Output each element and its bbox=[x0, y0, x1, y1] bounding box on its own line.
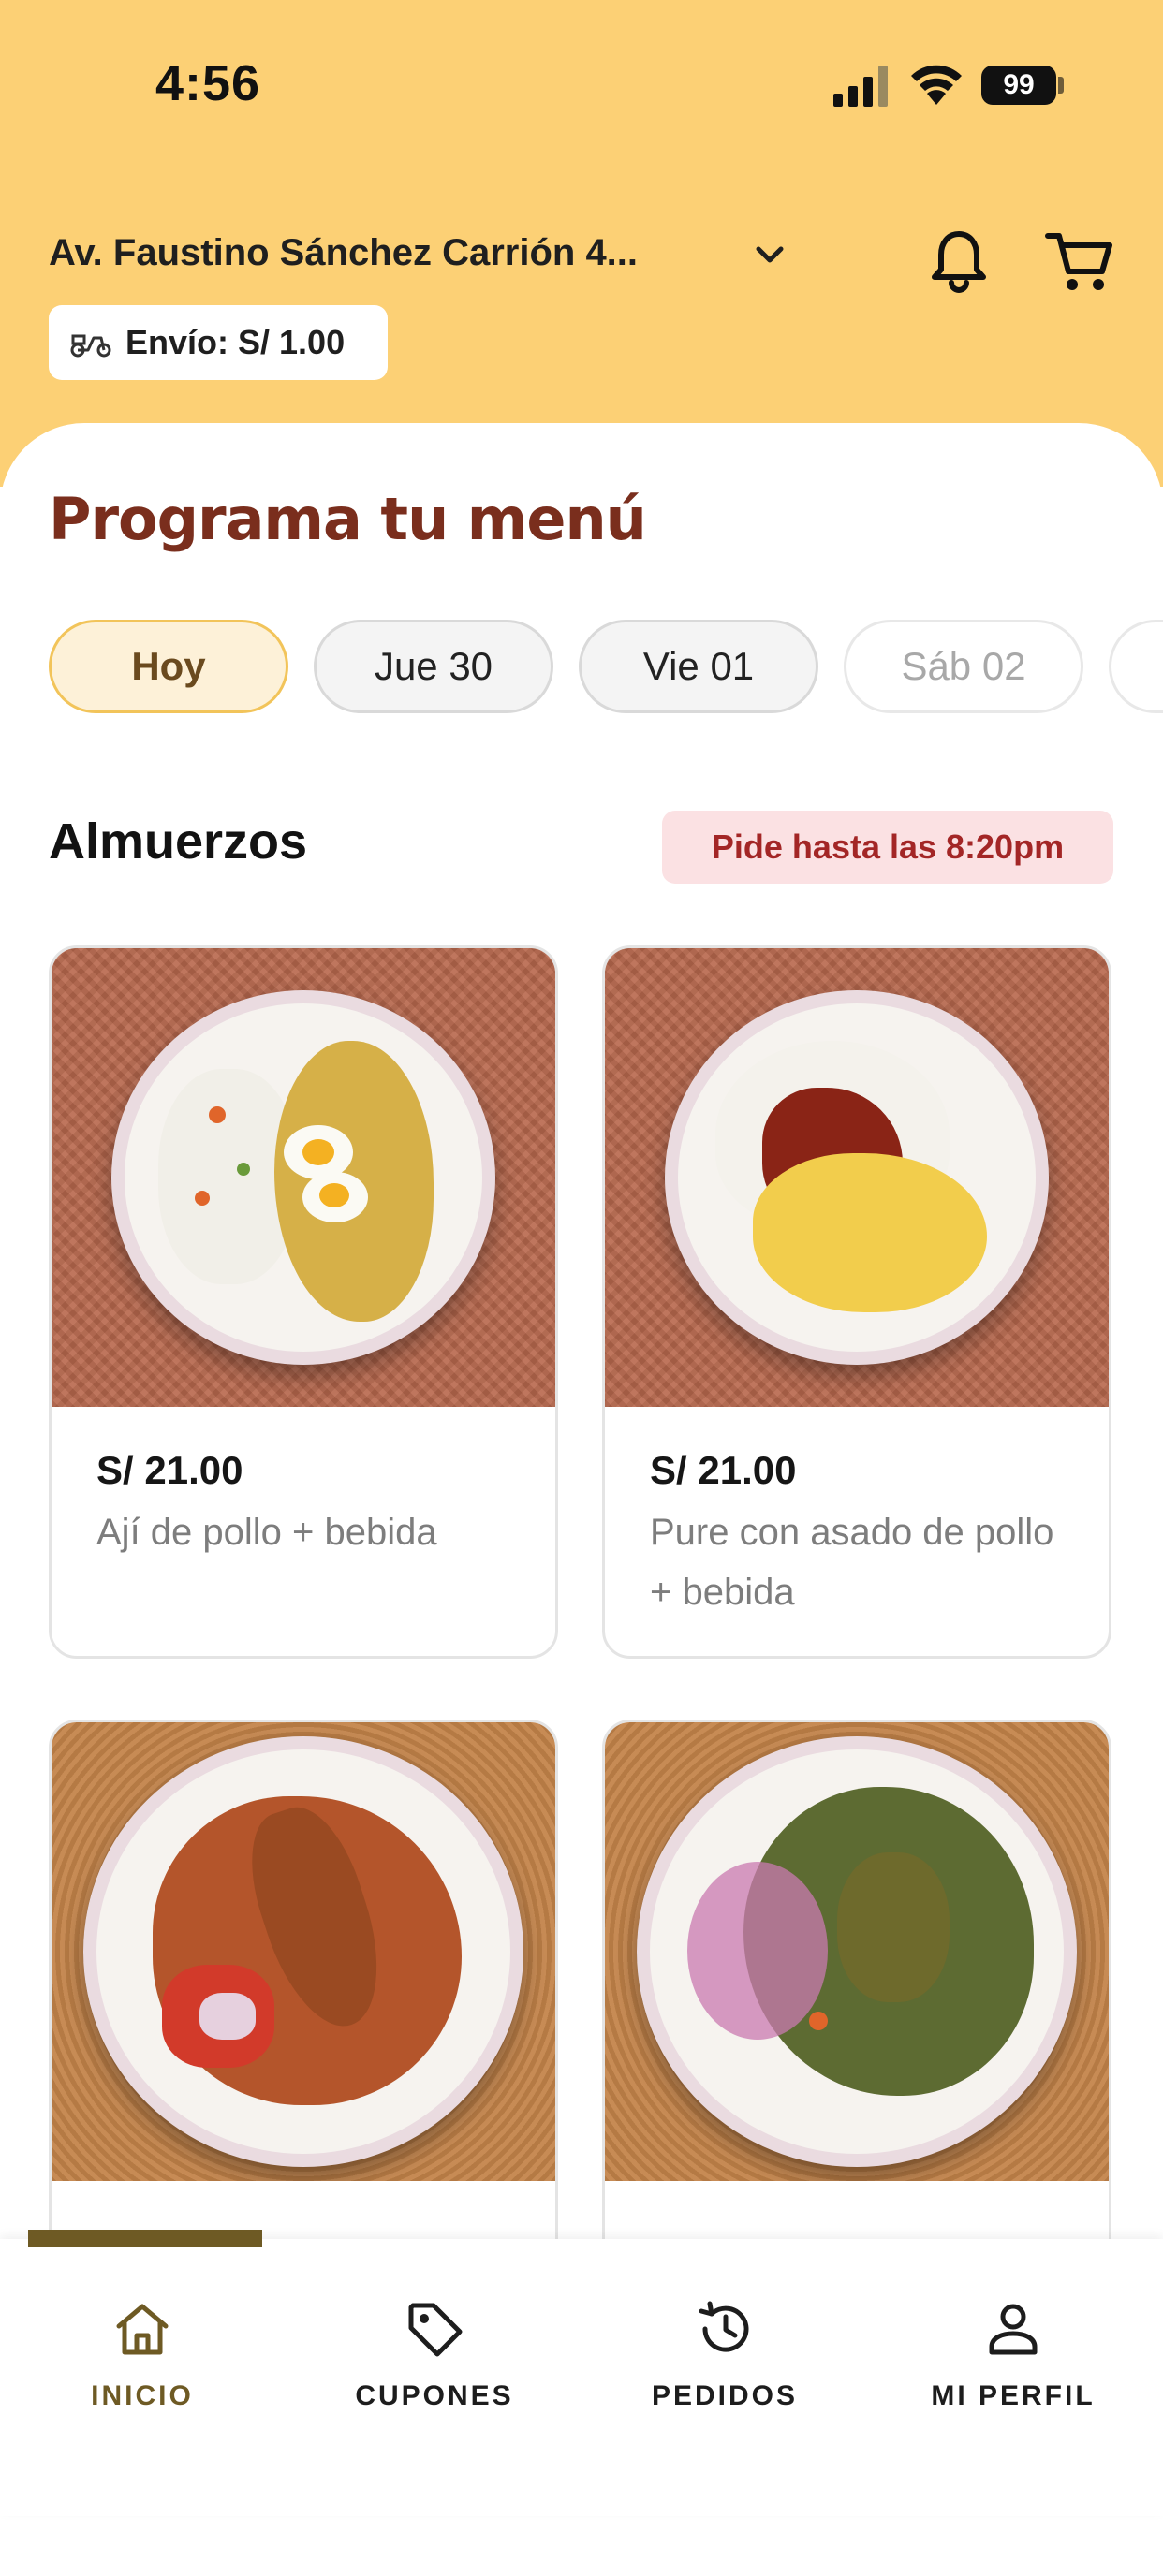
day-tab-hoy[interactable]: Hoy bbox=[49, 620, 288, 713]
section-title: Almuerzos bbox=[49, 813, 308, 870]
person-icon bbox=[989, 2304, 1038, 2355]
home-icon bbox=[116, 2304, 169, 2355]
address-text: Av. Faustino Sánchez Carrión 4... bbox=[49, 231, 639, 273]
nav-label: CUPONES bbox=[355, 2380, 514, 2411]
product-card[interactable]: S/ 21.00 Pure con asado de pollo + bebid… bbox=[602, 945, 1111, 1659]
product-image bbox=[52, 1722, 555, 2181]
cart-icon[interactable] bbox=[1044, 228, 1115, 296]
product-image bbox=[605, 948, 1109, 1407]
plate bbox=[111, 990, 495, 1365]
product-image bbox=[605, 1722, 1109, 2181]
status-time: 4:56 bbox=[155, 55, 261, 111]
delivery-fee-badge: Envío: S/ 1.00 bbox=[49, 305, 388, 380]
nav-label: INICIO bbox=[91, 2380, 194, 2411]
product-name: Ají de pollo + bebida bbox=[96, 1512, 437, 1553]
day-tab-jue-30[interactable]: Jue 30 bbox=[314, 620, 553, 713]
nav-label: PEDIDOS bbox=[651, 2380, 799, 2411]
day-tab-sab-02[interactable]: Sáb 02 bbox=[844, 620, 1083, 713]
nav-item-inicio[interactable]: INICIO bbox=[11, 2298, 273, 2412]
address-selector[interactable]: Av. Faustino Sánchez Carrión 4... bbox=[49, 225, 638, 281]
plate bbox=[83, 1736, 523, 2167]
wifi-icon bbox=[911, 65, 962, 105]
tag-icon bbox=[408, 2303, 463, 2357]
product-name: Pure con asado de pollo + bebida bbox=[650, 1512, 1054, 1613]
product-card[interactable]: S/ 21.00 Ají de pollo + bebida bbox=[49, 945, 558, 1659]
delivery-fee-text: Envío: S/ 1.00 bbox=[125, 323, 346, 361]
order-deadline-badge: Pide hasta las 8:20pm bbox=[662, 811, 1113, 884]
scooter-icon bbox=[70, 334, 111, 358]
history-icon bbox=[699, 2301, 749, 2352]
battery-indicator: 99 bbox=[981, 66, 1056, 105]
day-tab-vie-01[interactable]: Vie 01 bbox=[579, 620, 818, 713]
nav-item-cupones[interactable]: CUPONES bbox=[303, 2298, 566, 2412]
nav-item-pedidos[interactable]: PEDIDOS bbox=[594, 2298, 856, 2412]
plate bbox=[637, 1736, 1077, 2167]
cellular-signal-icon bbox=[833, 66, 888, 107]
bell-icon[interactable] bbox=[927, 227, 991, 294]
product-image bbox=[52, 948, 555, 1407]
battery-tip bbox=[1058, 77, 1064, 94]
product-card[interactable] bbox=[602, 1720, 1111, 2300]
product-price: S/ 21.00 bbox=[650, 1448, 797, 1492]
chevron-down-icon[interactable] bbox=[749, 234, 790, 275]
status-bar: 4:56 99 bbox=[0, 0, 1163, 168]
product-card[interactable] bbox=[49, 1720, 558, 2300]
product-price: S/ 21.00 bbox=[96, 1448, 243, 1492]
nav-active-indicator bbox=[28, 2230, 262, 2247]
nav-item-mi-perfil[interactable]: MI PERFIL bbox=[882, 2298, 1144, 2412]
plate bbox=[665, 990, 1049, 1365]
nav-label: MI PERFIL bbox=[931, 2380, 1096, 2411]
page-title: Programa tu menú bbox=[49, 485, 647, 553]
